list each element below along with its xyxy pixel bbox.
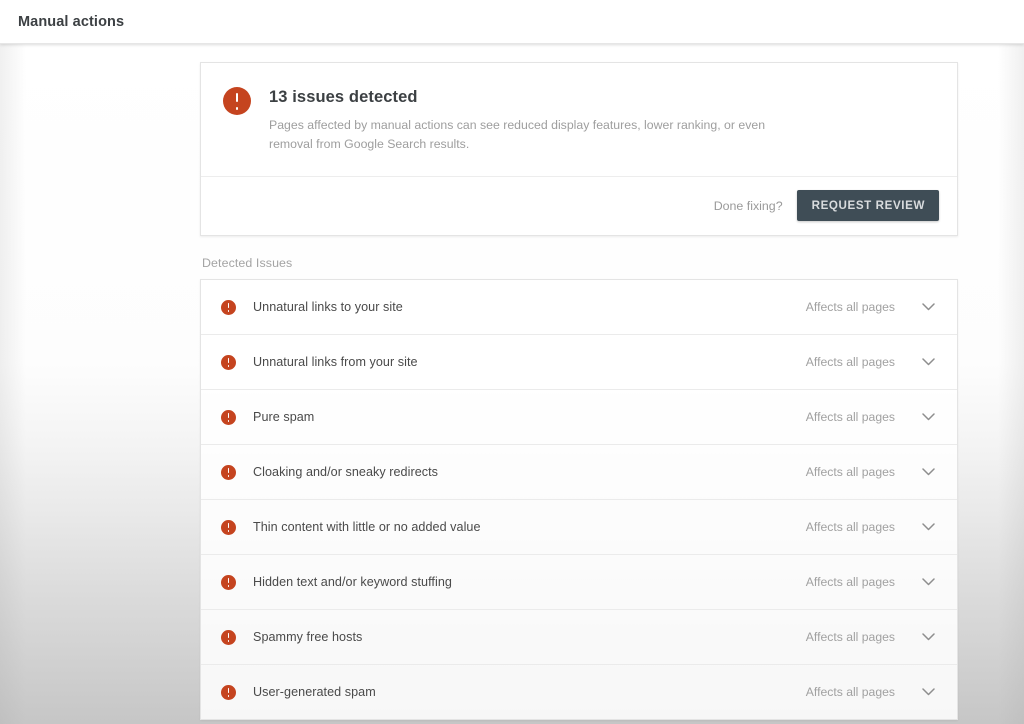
issues-detected-description: Pages affected by manual actions can see…	[269, 116, 769, 154]
error-circle-icon	[221, 685, 236, 700]
affects-scope-label: Affects all pages	[806, 575, 895, 589]
error-circle-icon	[221, 520, 236, 535]
chevron-down-icon[interactable]	[917, 461, 939, 483]
chevron-down-icon[interactable]	[917, 626, 939, 648]
chevron-down-icon[interactable]	[917, 516, 939, 538]
issue-row-meta: Affects all pages	[806, 296, 939, 318]
issue-label: Pure spam	[236, 410, 314, 424]
issue-row[interactable]: Spammy free hosts Affects all pages	[201, 610, 957, 665]
issue-label: Hidden text and/or keyword stuffing	[236, 575, 452, 589]
issue-row[interactable]: Unnatural links to your site Affects all …	[201, 280, 957, 335]
issue-label: Unnatural links to your site	[236, 300, 403, 314]
chevron-down-icon[interactable]	[917, 571, 939, 593]
issue-row[interactable]: Hidden text and/or keyword stuffing Affec…	[201, 555, 957, 610]
issue-row[interactable]: Cloaking and/or sneaky redirects Affects …	[201, 445, 957, 500]
issue-row[interactable]: User-generated spam Affects all pages	[201, 665, 957, 720]
detected-issues-label: Detected Issues	[202, 256, 958, 270]
page-canvas: 13 issues detected Pages affected by man…	[0, 44, 1024, 724]
affects-scope-label: Affects all pages	[806, 630, 895, 644]
content-column: 13 issues detected Pages affected by man…	[200, 62, 958, 720]
error-circle-icon	[221, 575, 236, 590]
affects-scope-label: Affects all pages	[806, 300, 895, 314]
error-circle-icon	[221, 300, 236, 315]
issue-row-meta: Affects all pages	[806, 681, 939, 703]
issue-row-meta: Affects all pages	[806, 571, 939, 593]
issue-row[interactable]: Pure spam Affects all pages	[201, 390, 957, 445]
alert-footer: Done fixing? REQUEST REVIEW	[201, 177, 957, 235]
issues-detected-heading: 13 issues detected	[269, 88, 769, 107]
issue-row-meta: Affects all pages	[806, 351, 939, 373]
issue-label: User-generated spam	[236, 685, 376, 699]
alert-text-block: 13 issues detected Pages affected by man…	[251, 87, 769, 154]
error-circle-icon	[221, 410, 236, 425]
issue-label: Spammy free hosts	[236, 630, 362, 644]
issue-label: Thin content with little or no added val…	[236, 520, 481, 534]
app-header: Manual actions	[0, 0, 1024, 44]
chevron-down-icon[interactable]	[917, 681, 939, 703]
issues-summary-card: 13 issues detected Pages affected by man…	[200, 62, 958, 236]
chevron-down-icon[interactable]	[917, 296, 939, 318]
issue-row[interactable]: Thin content with little or no added val…	[201, 500, 957, 555]
issue-row-meta: Affects all pages	[806, 626, 939, 648]
issue-label: Unnatural links from your site	[236, 355, 418, 369]
manual-actions-page: Manual actions 13 issues detected Pages …	[0, 0, 1024, 724]
issue-row-meta: Affects all pages	[806, 461, 939, 483]
done-fixing-label: Done fixing?	[714, 199, 783, 213]
affects-scope-label: Affects all pages	[806, 465, 895, 479]
request-review-button[interactable]: REQUEST REVIEW	[797, 190, 939, 221]
affects-scope-label: Affects all pages	[806, 410, 895, 424]
error-circle-icon	[221, 355, 236, 370]
alert-body: 13 issues detected Pages affected by man…	[201, 63, 957, 176]
affects-scope-label: Affects all pages	[806, 520, 895, 534]
issue-row[interactable]: Unnatural links from your site Affects al…	[201, 335, 957, 390]
detected-issues-list: Unnatural links to your site Affects all …	[200, 279, 958, 720]
page-title: Manual actions	[18, 14, 124, 30]
issue-label: Cloaking and/or sneaky redirects	[236, 465, 438, 479]
error-circle-icon	[223, 87, 251, 115]
chevron-down-icon[interactable]	[917, 351, 939, 373]
issue-row-meta: Affects all pages	[806, 406, 939, 428]
error-circle-icon	[221, 630, 236, 645]
issue-row-meta: Affects all pages	[806, 516, 939, 538]
affects-scope-label: Affects all pages	[806, 355, 895, 369]
chevron-down-icon[interactable]	[917, 406, 939, 428]
error-circle-icon	[221, 465, 236, 480]
affects-scope-label: Affects all pages	[806, 685, 895, 699]
